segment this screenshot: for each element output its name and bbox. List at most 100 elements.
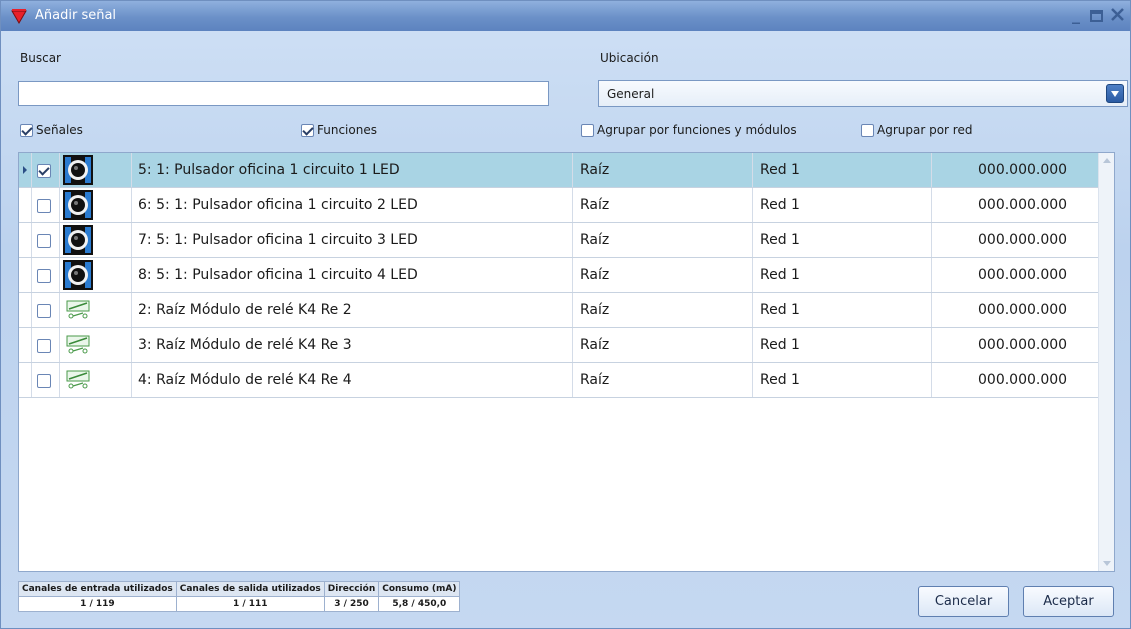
row-network-cell: Red 1 <box>760 197 800 213</box>
row-checkbox-box[interactable] <box>37 233 51 248</box>
table-row[interactable]: 8: 5: 1: Pulsador oficina 1 circuito 4 L… <box>19 258 1114 293</box>
accept-button[interactable]: Aceptar <box>1023 586 1114 617</box>
row-checkbox[interactable] <box>37 268 51 283</box>
grid-divider <box>752 328 753 362</box>
row-name-cell: 2: Raíz Módulo de relé K4 Re 2 <box>138 302 352 318</box>
row-checkbox-box[interactable] <box>37 373 51 388</box>
location-select[interactable]: General <box>598 80 1128 107</box>
row-checkbox[interactable] <box>37 163 51 178</box>
grid-divider <box>572 223 573 257</box>
row-location-cell: Raíz <box>580 232 610 248</box>
stats-value-input-channels: 1 / 119 <box>18 596 177 612</box>
signals-grid: 5: 1: Pulsador oficina 1 circuito 1 LED R… <box>18 152 1115 572</box>
grid-divider <box>931 188 932 222</box>
signals-checkbox[interactable] <box>20 123 33 137</box>
table-row[interactable]: 3: Raíz Módulo de relé K4 Re 3 Raíz Red 1 0… <box>19 328 1114 363</box>
grid-divider <box>752 293 753 327</box>
table-row[interactable]: 2: Raíz Módulo de relé K4 Re 2 Raíz Red 1 0… <box>19 293 1114 328</box>
row-checkbox-box[interactable] <box>37 303 51 318</box>
table-row[interactable]: 6: 5: 1: Pulsador oficina 1 circuito 2 L… <box>19 188 1114 223</box>
group-network-option-label: Agrupar por red <box>877 123 973 137</box>
close-icon[interactable] <box>1111 6 1124 25</box>
location-label: Ubicación <box>600 51 659 65</box>
signals-option-label: Señales <box>36 123 83 137</box>
grid-divider <box>31 223 32 257</box>
grid-divider <box>59 153 60 187</box>
grid-divider <box>131 363 132 397</box>
grid-divider <box>752 153 753 187</box>
functions-option[interactable]: Funciones <box>301 123 377 137</box>
grid-divider <box>131 223 132 257</box>
row-checkbox[interactable] <box>37 373 51 388</box>
minimize-icon[interactable]: _ <box>1072 5 1080 24</box>
row-network-cell: Red 1 <box>760 372 800 388</box>
grid-divider <box>59 223 60 257</box>
grid-divider <box>572 363 573 397</box>
search-input[interactable] <box>18 81 549 106</box>
pushbutton-icon <box>63 260 93 290</box>
maximize-icon[interactable] <box>1090 7 1103 26</box>
grid-divider <box>31 188 32 222</box>
dropdown-arrow-icon[interactable] <box>1106 84 1124 103</box>
stats-header-address: Dirección <box>323 581 380 597</box>
group-network-option[interactable]: Agrupar por red <box>861 123 972 137</box>
row-name-cell: 3: Raíz Módulo de relé K4 Re 3 <box>138 337 352 353</box>
grid-divider <box>752 188 753 222</box>
grid-divider <box>572 328 573 362</box>
row-name-cell: 8: 5: 1: Pulsador oficina 1 circuito 4 L… <box>138 267 418 283</box>
row-checkbox-box[interactable] <box>37 338 51 353</box>
grid-divider <box>931 328 932 362</box>
row-address-cell: 000.000.000 <box>978 162 1068 178</box>
table-row[interactable]: 7: 5: 1: Pulsador oficina 1 circuito 3 L… <box>19 223 1114 258</box>
row-checkbox-box[interactable] <box>37 163 51 178</box>
row-address-cell: 000.000.000 <box>978 197 1068 213</box>
group-functions-checkbox[interactable] <box>581 123 594 137</box>
row-checkbox-box[interactable] <box>37 268 51 283</box>
functions-checkbox[interactable] <box>301 123 314 137</box>
group-network-checkbox[interactable] <box>861 123 874 137</box>
add-signal-dialog: Añadir señal _ Buscar Ubicación General … <box>0 0 1131 629</box>
grid-divider <box>31 258 32 292</box>
row-network-cell: Red 1 <box>760 267 800 283</box>
row-checkbox[interactable] <box>37 198 51 213</box>
grid-divider <box>131 258 132 292</box>
grid-divider <box>59 188 60 222</box>
grid-divider <box>752 258 753 292</box>
row-checkbox[interactable] <box>37 303 51 318</box>
scroll-down-icon[interactable] <box>1103 561 1111 566</box>
row-name-cell: 7: 5: 1: Pulsador oficina 1 circuito 3 L… <box>138 232 418 248</box>
row-name-cell: 4: Raíz Módulo de relé K4 Re 4 <box>138 372 352 388</box>
scroll-up-icon[interactable] <box>1103 158 1111 163</box>
row-network-cell: Red 1 <box>760 232 800 248</box>
grid-divider <box>931 223 932 257</box>
grid-divider <box>572 258 573 292</box>
row-checkbox[interactable] <box>37 338 51 353</box>
grid-divider <box>131 328 132 362</box>
functions-option-label: Funciones <box>317 123 377 137</box>
grid-divider <box>59 293 60 327</box>
grid-divider <box>131 293 132 327</box>
group-functions-option[interactable]: Agrupar por funciones y módulos <box>581 123 797 137</box>
signals-option[interactable]: Señales <box>20 123 83 137</box>
stats-header-output-channels: Canales de salida utilizados <box>175 581 325 597</box>
grid-divider <box>931 153 932 187</box>
search-label: Buscar <box>20 51 61 65</box>
relay-icon <box>66 300 90 320</box>
grid-divider <box>572 188 573 222</box>
title-bar[interactable]: Añadir señal _ <box>1 1 1130 31</box>
pushbutton-icon <box>63 155 93 185</box>
stats-value-address: 3 / 250 <box>323 596 380 612</box>
cancel-button[interactable]: Cancelar <box>918 586 1009 617</box>
table-row[interactable]: 5: 1: Pulsador oficina 1 circuito 1 LED R… <box>19 153 1114 188</box>
row-location-cell: Raíz <box>580 372 610 388</box>
relay-icon <box>66 370 90 390</box>
row-address-cell: 000.000.000 <box>978 302 1068 318</box>
row-location-cell: Raíz <box>580 337 610 353</box>
location-select-value: General <box>607 87 655 101</box>
grid-scrollbar[interactable] <box>1098 153 1114 571</box>
grid-divider <box>131 188 132 222</box>
row-checkbox-box[interactable] <box>37 198 51 213</box>
row-checkbox[interactable] <box>37 233 51 248</box>
grid-divider <box>31 153 32 187</box>
table-row[interactable]: 4: Raíz Módulo de relé K4 Re 4 Raíz Red 1 0… <box>19 363 1114 398</box>
